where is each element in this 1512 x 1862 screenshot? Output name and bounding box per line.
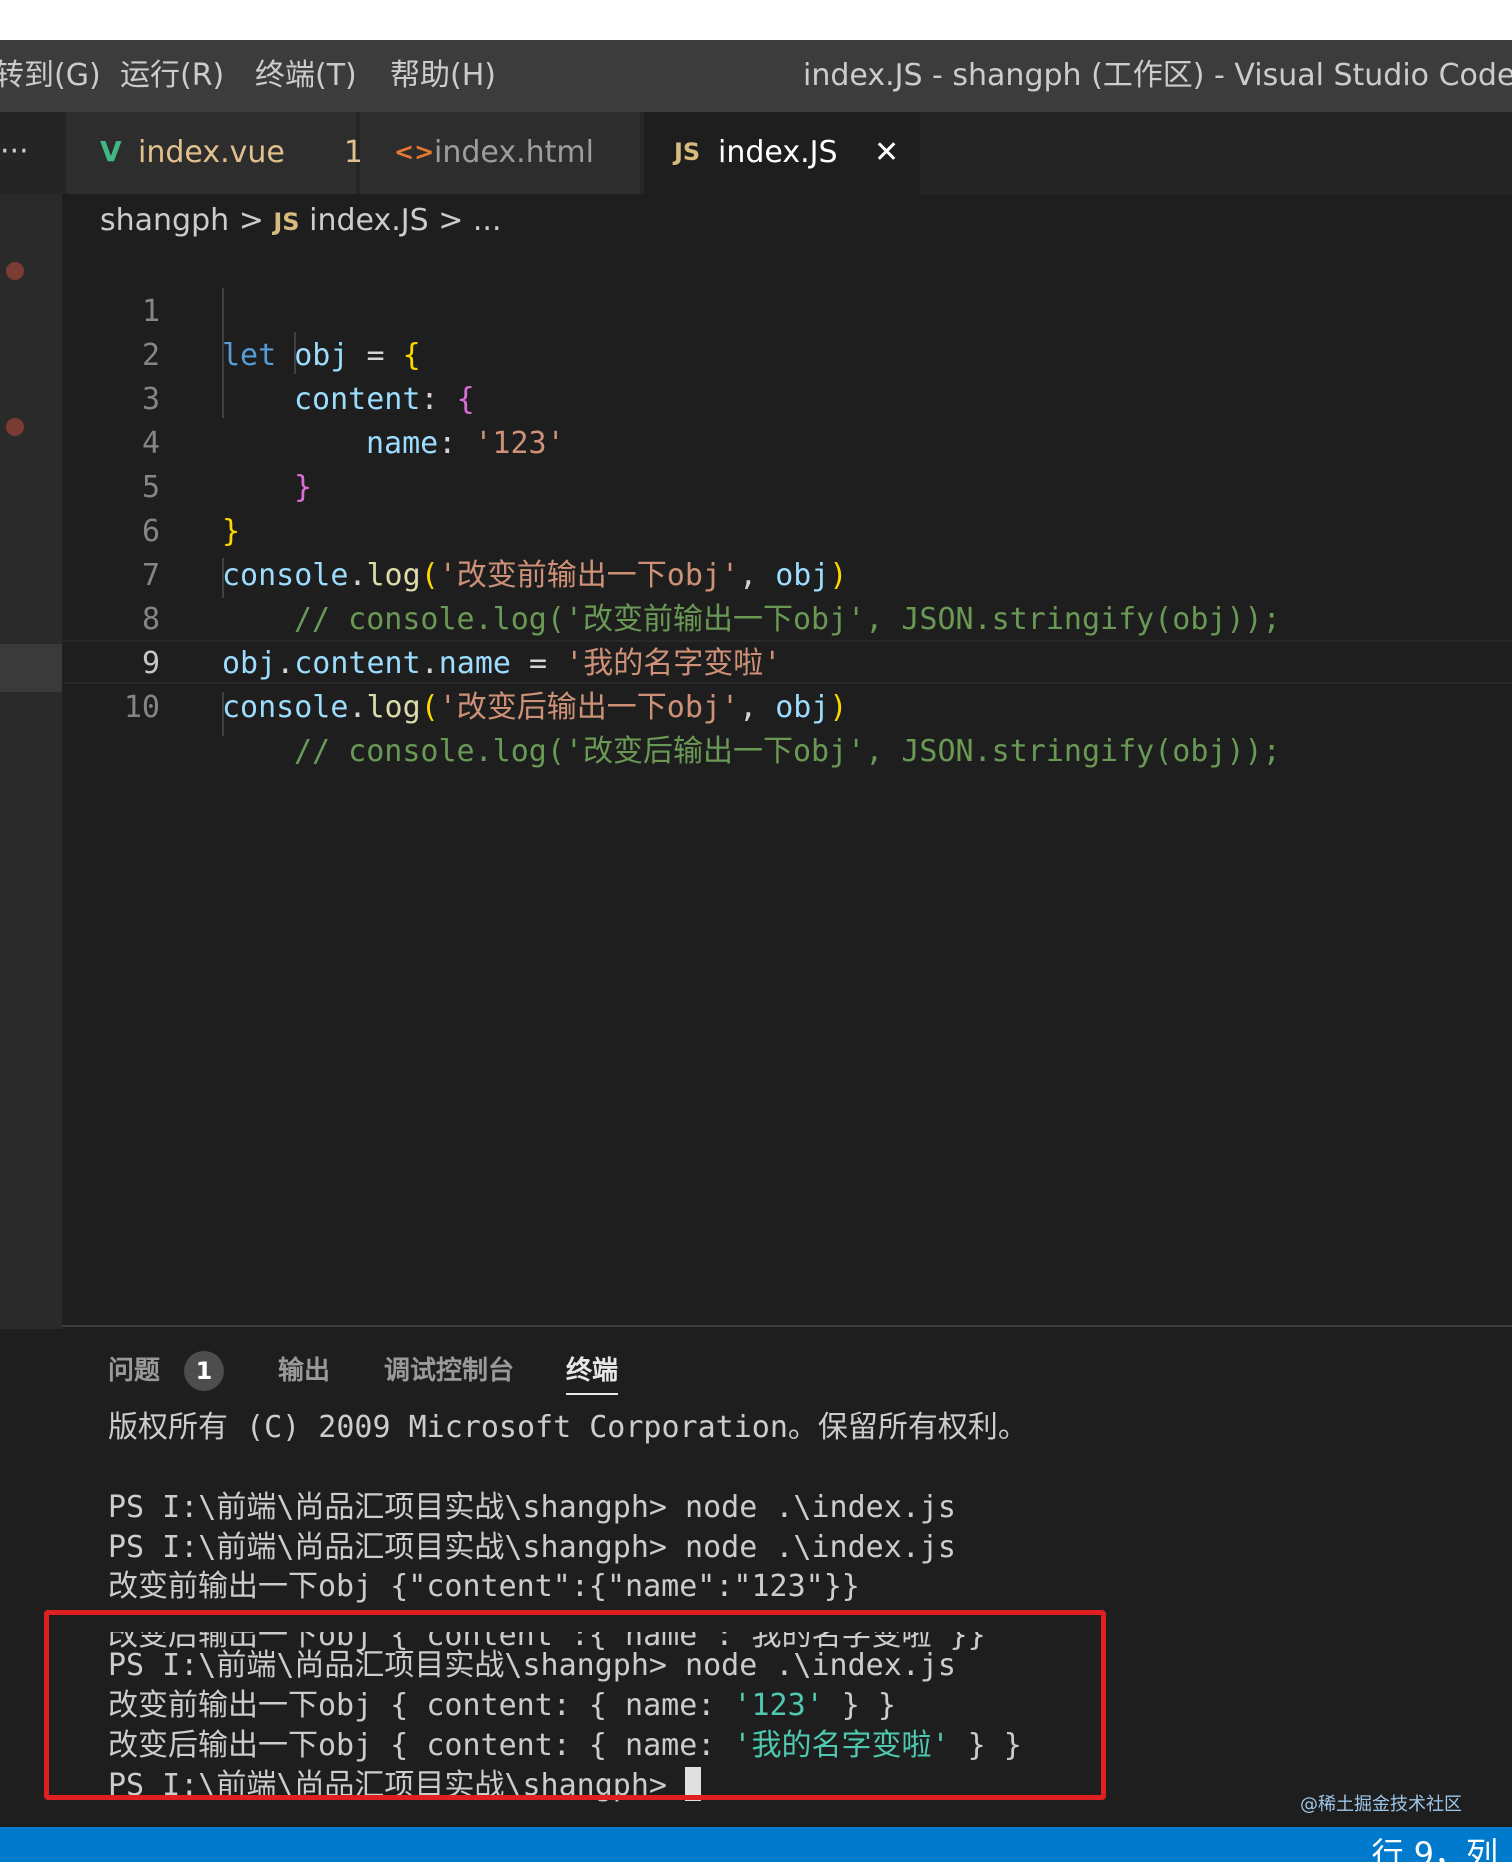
terminal-line: 改变前输出一下obj {"content":{"name":"123"}} <box>108 1569 860 1604</box>
breadcrumb-separator: > <box>238 203 264 238</box>
menu-run[interactable]: 运行(R) <box>120 54 224 98</box>
screenshot: 转到(G) 运行(R) 终端(T) 帮助(H) index.JS - shang… <box>0 0 1512 1862</box>
cursor-position-status[interactable]: 行 9，列 <box>1371 1831 1498 1862</box>
terminal-line: 版权所有 (C) 2009 Microsoft Corporation。保留所有… <box>108 1410 1028 1445</box>
editor-tab-bar: ··· V index.vue 1 <> index.html JS index… <box>0 112 1512 194</box>
terminal-line: PS I:\前端\尚品汇项目实战\shangph> node .\index.j… <box>108 1530 956 1565</box>
menu-help[interactable]: 帮助(H) <box>390 54 496 98</box>
more-actions-icon[interactable]: ··· <box>0 132 29 172</box>
code-line: 6 console.log('改变前输出一下obj', obj) <box>0 466 1512 593</box>
highlight-annotation-box <box>44 1610 1106 1800</box>
tab-index-html[interactable]: <> index.html <box>360 112 640 194</box>
tab-label: index.JS <box>718 135 838 170</box>
breadcrumb-folder[interactable]: shangph <box>100 203 229 238</box>
code-line: 9 console.log('改变后输出一下obj', obj) <box>0 598 1512 725</box>
window-title: index.JS - shangph (工作区) - Visual Studio… <box>803 58 1512 93</box>
tab-output[interactable]: 输出 <box>278 1349 330 1393</box>
tab-index-js[interactable]: JS index.JS ✕ <box>644 112 920 194</box>
problems-count-badge: 1 <box>184 1351 224 1391</box>
tab-problems[interactable]: 问题 <box>108 1349 160 1393</box>
menu-terminal[interactable]: 终端(T) <box>255 54 357 98</box>
menu-goto[interactable]: 转到(G) <box>0 54 101 98</box>
menu-bar: 转到(G) 运行(R) 终端(T) 帮助(H) index.JS - shang… <box>0 40 1512 112</box>
status-bar: 行 9，列 <box>0 1827 1512 1862</box>
js-file-icon: JS <box>273 208 300 236</box>
code-line: 1 let obj = { <box>0 246 1512 373</box>
tab-label: index.html <box>434 135 594 170</box>
vue-file-icon: V <box>100 135 122 168</box>
code-comment: // console.log('改变后输出一下obj', JSON.string… <box>294 734 1281 769</box>
line-number: 10 <box>123 690 160 725</box>
code-line: 4 } <box>0 378 1512 505</box>
code-text: console.log('改变后输出一下obj', obj) <box>222 690 848 725</box>
breadcrumb-file[interactable]: index.JS <box>309 203 429 238</box>
vscode-window: 转到(G) 运行(R) 终端(T) 帮助(H) index.JS - shang… <box>0 40 1512 1862</box>
code-line: 10 // console.log('改变后输出一下obj', JSON.str… <box>0 642 1512 769</box>
code-line: 8 obj.content.name = '我的名字变啦' <box>0 554 1512 681</box>
tab-terminal[interactable]: 终端 <box>566 1349 619 1395</box>
js-file-icon: JS <box>674 138 701 166</box>
tab-debug-console[interactable]: 调试控制台 <box>384 1349 514 1393</box>
breadcrumb: shangph > JS index.JS > ... <box>100 198 501 244</box>
tab-label: index.vue <box>138 135 285 170</box>
watermark: @稀土掘金技术社区 <box>1300 1794 1462 1815</box>
code-line: 3 name: '123' <box>0 334 1512 461</box>
breadcrumb-tail[interactable]: > ... <box>438 203 501 238</box>
close-icon[interactable]: ✕ <box>874 133 899 173</box>
html-file-icon: <> <box>394 138 435 166</box>
code-line: 7 // console.log('改变前输出一下obj', JSON.stri… <box>0 510 1512 637</box>
tab-index-vue[interactable]: V index.vue 1 <box>66 112 363 194</box>
code-line: 5 } <box>0 422 1512 549</box>
terminal-line: PS I:\前端\尚品汇项目实战\shangph> node .\index.j… <box>108 1490 956 1525</box>
code-line: 2 content: { <box>0 290 1512 417</box>
